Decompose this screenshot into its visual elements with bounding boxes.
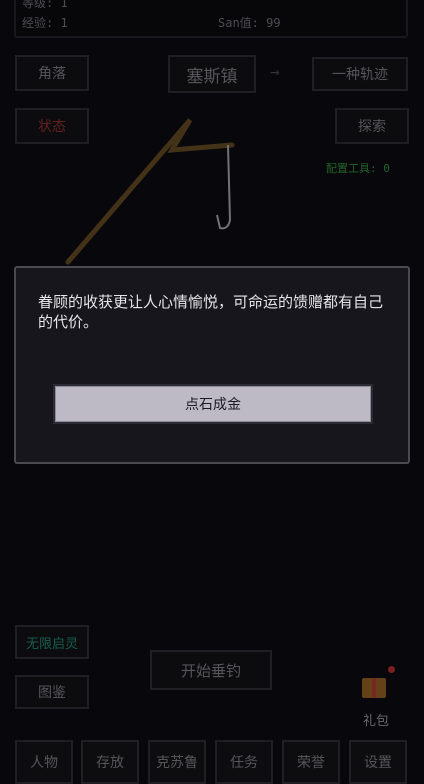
gift-label: 礼包 [363,714,390,729]
nav-settings[interactable]: 设置 [349,740,407,784]
gift-box-icon[interactable] [358,666,398,704]
transmute-button[interactable]: 点石成金 [53,384,373,424]
nav-character[interactable]: 人物 [15,740,73,784]
start-fishing-button[interactable]: 开始垂钓 [150,650,272,690]
dialog-message: 眷顾的收获更让人心情愉悦，可命运的馈赠都有自己的代价。 [38,293,384,331]
training-button[interactable]: 无限启灵 [15,625,89,659]
nav-storage[interactable]: 存放 [81,740,139,784]
nav-tasks[interactable]: 任务 [215,740,273,784]
catalog-button[interactable]: 图鉴 [15,675,89,709]
nav-honor[interactable]: 荣誉 [282,740,340,784]
message-dialog: 眷顾的收获更让人心情愉悦，可命运的馈赠都有自己的代价。 点石成金 [14,266,410,464]
nav-cthulhu[interactable]: 克苏鲁 [148,740,206,784]
